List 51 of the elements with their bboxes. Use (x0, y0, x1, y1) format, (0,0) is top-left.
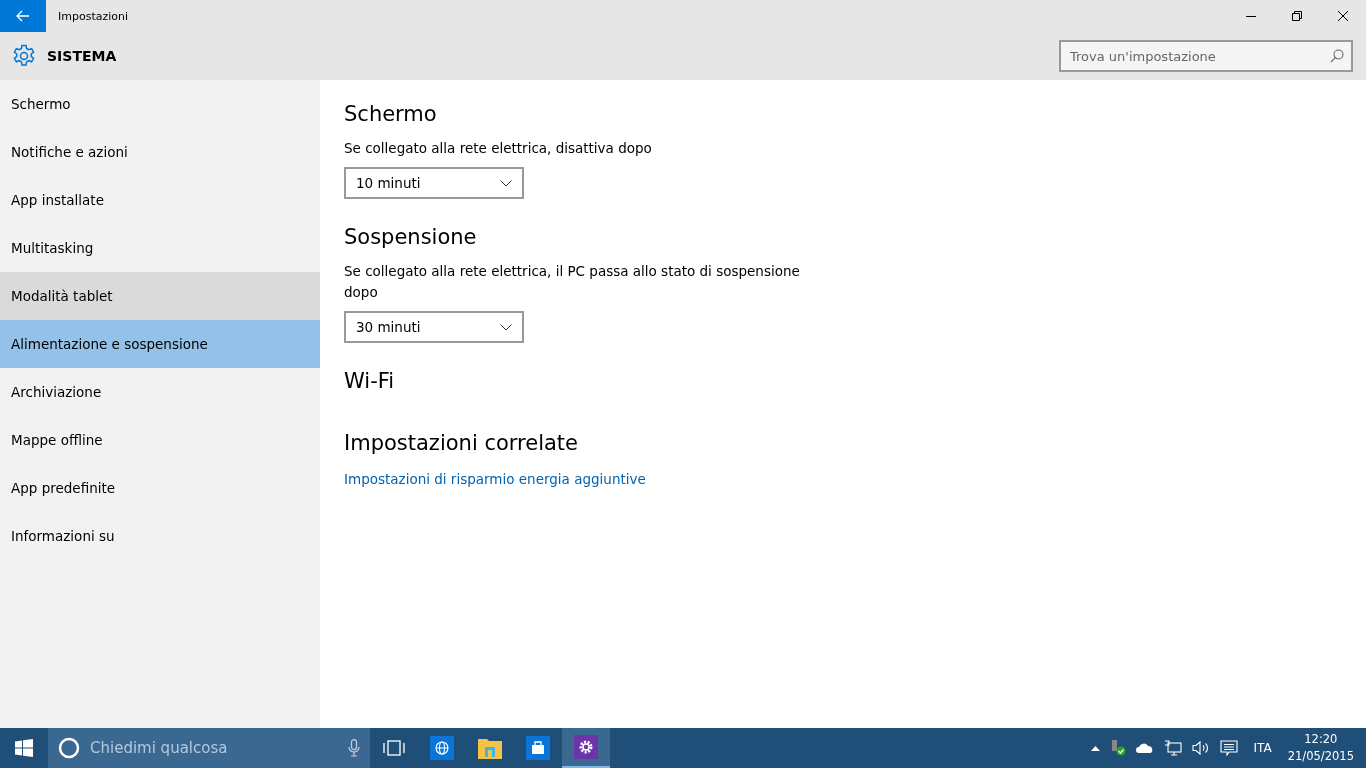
search-input[interactable]: Chiedimi qualcosa (88, 738, 340, 758)
section-heading: Sospensione (344, 225, 477, 249)
section-heading: Impostazioni correlate (344, 431, 578, 455)
circle-icon (58, 737, 80, 759)
shopping-bag-tile-icon (526, 736, 550, 760)
usb-check-icon (1109, 740, 1126, 756)
chevron-down-icon (500, 323, 512, 331)
microphone-icon (348, 739, 360, 757)
window-title: Impostazioni (58, 9, 130, 23)
sidebar-item[interactable]: Alimentazione e sospensione (0, 320, 320, 368)
clock[interactable]: 12:20 21/05/2015 (1287, 731, 1354, 765)
search-icon (1330, 49, 1344, 63)
caret-up-icon (1090, 745, 1100, 751)
link[interactable]: Impostazioni di risparmio energia aggiuntive (344, 471, 646, 487)
task-view-icon (383, 740, 405, 756)
globe-tile-icon (430, 736, 454, 760)
gear-tile-icon (574, 735, 598, 759)
time-text: 12:20 (1304, 731, 1338, 748)
sidebar-item[interactable]: Modalità tablet (0, 272, 320, 320)
sidebar-item[interactable]: Mappe offline (0, 416, 320, 464)
sidebar-item[interactable]: App installate (0, 176, 320, 224)
search-field[interactable]: Trova un'impostazione (1059, 40, 1353, 72)
sidebar-item[interactable]: Schermo (0, 80, 320, 128)
date-text: 21/05/2015 (1287, 748, 1354, 765)
settings-taskbar-button[interactable] (562, 728, 610, 768)
setting-label: Se collegato alla rete elettrica, il PC passa allo stato di sospensione dopo (344, 262, 801, 302)
sidebar-item[interactable]: Informazioni su (0, 512, 320, 560)
dropdown[interactable]: 10 minuti (344, 167, 524, 199)
network-icon (1163, 740, 1182, 756)
setting-label: Se collegato alla rete elettrica, disattiva dopo (344, 139, 653, 158)
sidebar-item[interactable]: Multitasking (0, 224, 320, 272)
folder-icon (478, 737, 502, 759)
restore-icon (1292, 11, 1302, 21)
sidebar-item[interactable]: App predefinite (0, 464, 320, 512)
cloud-icon (1135, 742, 1154, 754)
taskbar-search-field[interactable]: Chiedimi qualcosa (48, 728, 370, 768)
close-icon (1338, 11, 1348, 21)
speaker-icon (1191, 741, 1210, 755)
sidebar-item[interactable]: Notifiche e azioni (0, 128, 320, 176)
back-arrow-icon (16, 10, 30, 22)
chevron-down-icon (500, 179, 512, 187)
language-indicator[interactable]: ITA (1253, 741, 1272, 755)
gear-icon (12, 44, 36, 68)
back-button[interactable] (0, 0, 46, 32)
dropdown[interactable]: 30 minuti (344, 311, 524, 343)
sidebar-item[interactable]: Archiviazione (0, 368, 320, 416)
windows-logo-icon (15, 739, 33, 757)
section-heading: Wi-Fi (344, 369, 395, 393)
action-center-icon (1219, 740, 1238, 756)
section-heading: Schermo (344, 102, 437, 126)
section-title: SISTEMA (47, 48, 118, 64)
